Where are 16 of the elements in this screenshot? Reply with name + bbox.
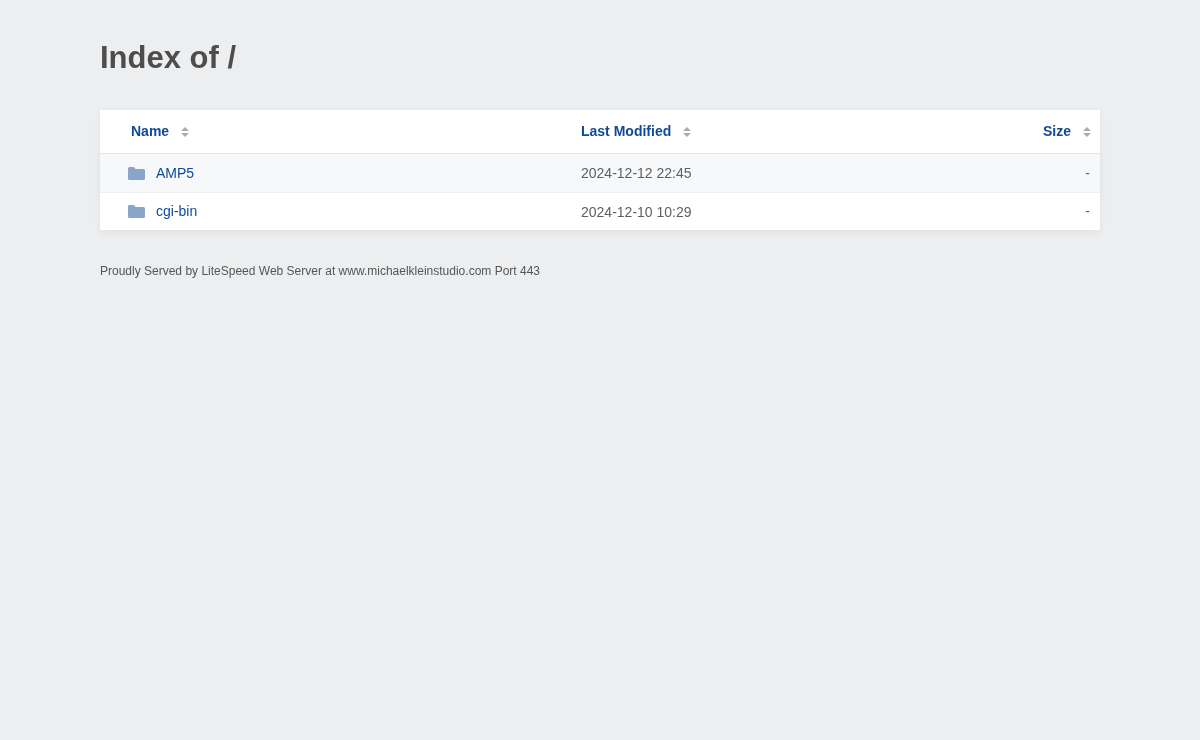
sort-icon: [181, 126, 190, 137]
column-header-link[interactable]: Size: [1043, 121, 1071, 142]
modified-date: 2024-12-12 22:45: [581, 165, 692, 181]
file-size: -: [1085, 202, 1090, 221]
column-header-link[interactable]: Name: [131, 121, 170, 142]
file-size: -: [1085, 163, 1090, 183]
folder-link[interactable]: AMP5: [156, 162, 195, 184]
folder-icon: [128, 166, 145, 180]
server-footer-text: Proudly Served by LiteSpeed Web Server at www.michaelkleinstudio.com Port 443: [100, 263, 541, 280]
folder-icon: [128, 205, 145, 218]
modified-date: 2024-12-10 10:29: [581, 203, 692, 220]
sort-icon: [683, 126, 692, 137]
folder-link[interactable]: cgi-bin: [156, 201, 198, 222]
page-title: Index of /: [100, 39, 238, 77]
column-header-link[interactable]: Last Modified: [581, 121, 672, 142]
sort-icon: [1083, 126, 1091, 137]
